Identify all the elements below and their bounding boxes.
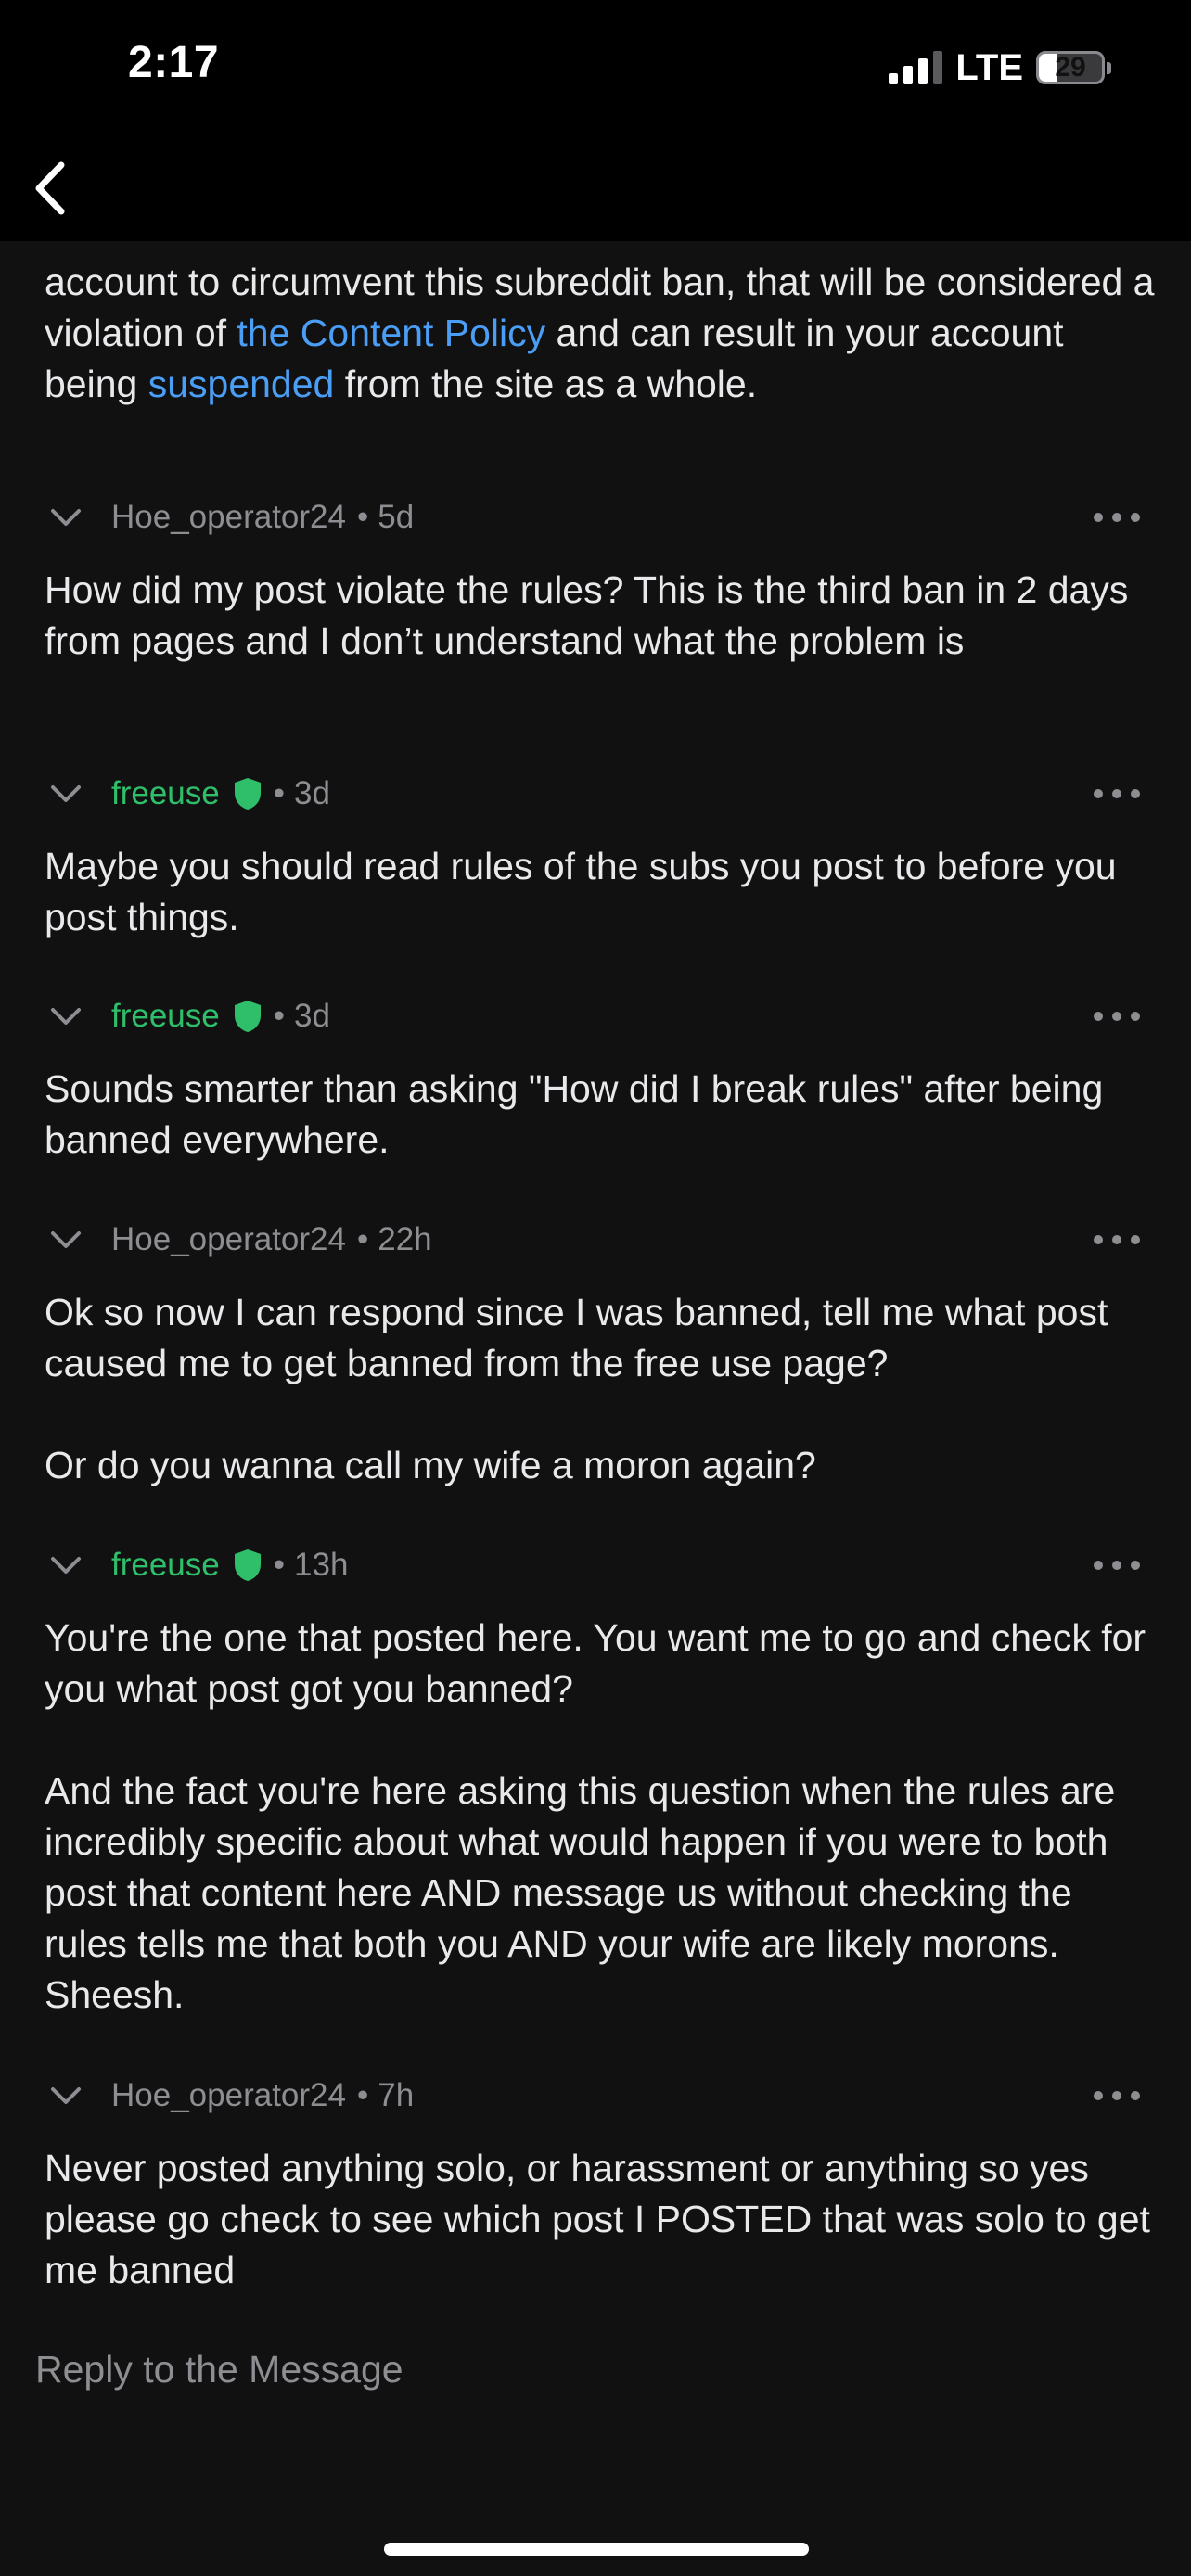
comment-time: 5d — [378, 499, 415, 535]
message-thread[interactable]: account to circumvent this subreddit ban… — [0, 241, 1191, 2337]
comment-header: freeuse • 3d — [0, 988, 1191, 1044]
comment-meta: freeuse • 13h — [111, 1537, 348, 1593]
back-button[interactable] — [24, 156, 80, 221]
comment-time: 3d — [294, 998, 330, 1034]
comment-author[interactable]: Hoe_operator24 — [111, 2077, 346, 2114]
shield-icon — [234, 1549, 261, 1581]
comment: freeuse • 13h You're the one that posted… — [0, 1537, 1191, 2021]
meta-separator: • — [273, 998, 286, 1034]
meta-separator: • — [273, 775, 286, 811]
comment: freeuse • 3d Sounds smarter than asking … — [0, 988, 1191, 1166]
battery-icon: 29 — [1036, 51, 1111, 84]
comment-author[interactable]: freeuse — [111, 1547, 220, 1584]
comment-time: 3d — [294, 775, 330, 811]
comment-meta: freeuse • 3d — [111, 766, 330, 822]
reply-input[interactable]: Reply to the Message — [35, 2337, 1148, 2402]
comment-body: You're the one that posted here. You wan… — [0, 1613, 1158, 2021]
comment-paragraph: Sounds smarter than asking "How did I br… — [45, 1067, 1104, 1161]
comment-header: Hoe_operator24 • 5d — [0, 490, 1191, 545]
comment-time: 7h — [378, 2077, 415, 2113]
comment-paragraph: Maybe you should read rules of the subs … — [45, 845, 1117, 938]
home-indicator[interactable] — [384, 2543, 809, 2556]
meta-separator: • — [356, 2077, 369, 2113]
comment: freeuse • 3d Maybe you should read rules… — [0, 766, 1191, 943]
chevron-down-icon[interactable] — [48, 780, 83, 808]
comment-paragraph: Never posted anything solo, or harassmen… — [45, 2147, 1150, 2291]
reply-bar: Reply to the Message — [0, 2337, 1191, 2576]
signal-icon — [889, 51, 943, 84]
suspended-link[interactable]: suspended — [148, 363, 335, 405]
comment-paragraph: Ok so now I can respond since I was bann… — [45, 1291, 1108, 1384]
network-label: LTE — [955, 46, 1023, 88]
comment: Hoe_operator24 • 5d How did my post viol… — [0, 490, 1191, 667]
comment-author[interactable]: Hoe_operator24 — [111, 499, 346, 536]
comment-meta: Hoe_operator24 • 22h — [111, 1212, 432, 1268]
more-dots-icon[interactable] — [1091, 1552, 1143, 1578]
comment-paragraph: Or do you wanna call my wife a moron aga… — [45, 1444, 816, 1486]
intro-text-after: from the site as a whole. — [334, 363, 758, 405]
comment-header: freeuse • 13h — [0, 1537, 1191, 1593]
chevron-down-icon[interactable] — [48, 2082, 83, 2110]
comment: Hoe_operator24 • 22h Ok so now I can res… — [0, 1212, 1191, 1491]
comment-author[interactable]: Hoe_operator24 — [111, 1221, 346, 1258]
comment-meta: Hoe_operator24 • 7h — [111, 2068, 414, 2123]
meta-separator: • — [273, 1547, 286, 1583]
nav-bar — [0, 139, 1191, 241]
comment-body: How did my post violate the rules? This … — [0, 565, 1158, 667]
meta-separator: • — [356, 1221, 369, 1257]
intro-message-text: account to circumvent this subreddit ban… — [45, 257, 1158, 410]
comment-body: Ok so now I can respond since I was bann… — [0, 1287, 1158, 1491]
comment-paragraph: How did my post violate the rules? This … — [45, 568, 1129, 662]
comment: Hoe_operator24 • 7h Never posted anythin… — [0, 2068, 1191, 2296]
comment-body: Sounds smarter than asking "How did I br… — [0, 1064, 1158, 1166]
shield-icon — [234, 1001, 261, 1032]
meta-separator: • — [356, 499, 369, 535]
status-bar: 2:17 LTE 29 — [0, 0, 1191, 139]
comment-author[interactable]: freeuse — [111, 775, 220, 812]
more-dots-icon[interactable] — [1091, 781, 1143, 807]
comment-header: Hoe_operator24 • 22h — [0, 1212, 1191, 1268]
chevron-down-icon[interactable] — [48, 1002, 83, 1030]
more-dots-icon[interactable] — [1091, 1003, 1143, 1029]
more-dots-icon[interactable] — [1091, 2083, 1143, 2109]
comment-header: Hoe_operator24 • 7h — [0, 2068, 1191, 2123]
comment-meta: Hoe_operator24 • 5d — [111, 490, 414, 545]
comment-author[interactable]: freeuse — [111, 998, 220, 1035]
comment-time: 13h — [294, 1547, 349, 1583]
chevron-down-icon[interactable] — [48, 504, 83, 531]
comment-time: 22h — [378, 1221, 432, 1257]
comment-body: Maybe you should read rules of the subs … — [0, 841, 1158, 943]
battery-level: 29 — [1055, 52, 1086, 83]
comment-paragraph: You're the one that posted here. You wan… — [45, 1616, 1146, 1710]
content-policy-link[interactable]: the Content Policy — [237, 312, 545, 354]
more-dots-icon[interactable] — [1091, 1227, 1143, 1253]
comment-header: freeuse • 3d — [0, 766, 1191, 822]
chevron-down-icon[interactable] — [48, 1551, 83, 1579]
comment-meta: freeuse • 3d — [111, 988, 330, 1044]
status-indicators: LTE 29 — [889, 45, 1111, 91]
status-time: 2:17 — [128, 38, 220, 87]
more-dots-icon[interactable] — [1091, 504, 1143, 530]
comment-paragraph: And the fact you're here asking this que… — [45, 1769, 1116, 2016]
shield-icon — [234, 778, 261, 810]
chevron-left-icon — [35, 161, 65, 215]
comment-body: Never posted anything solo, or harassmen… — [0, 2143, 1158, 2296]
chevron-down-icon[interactable] — [48, 1226, 83, 1254]
